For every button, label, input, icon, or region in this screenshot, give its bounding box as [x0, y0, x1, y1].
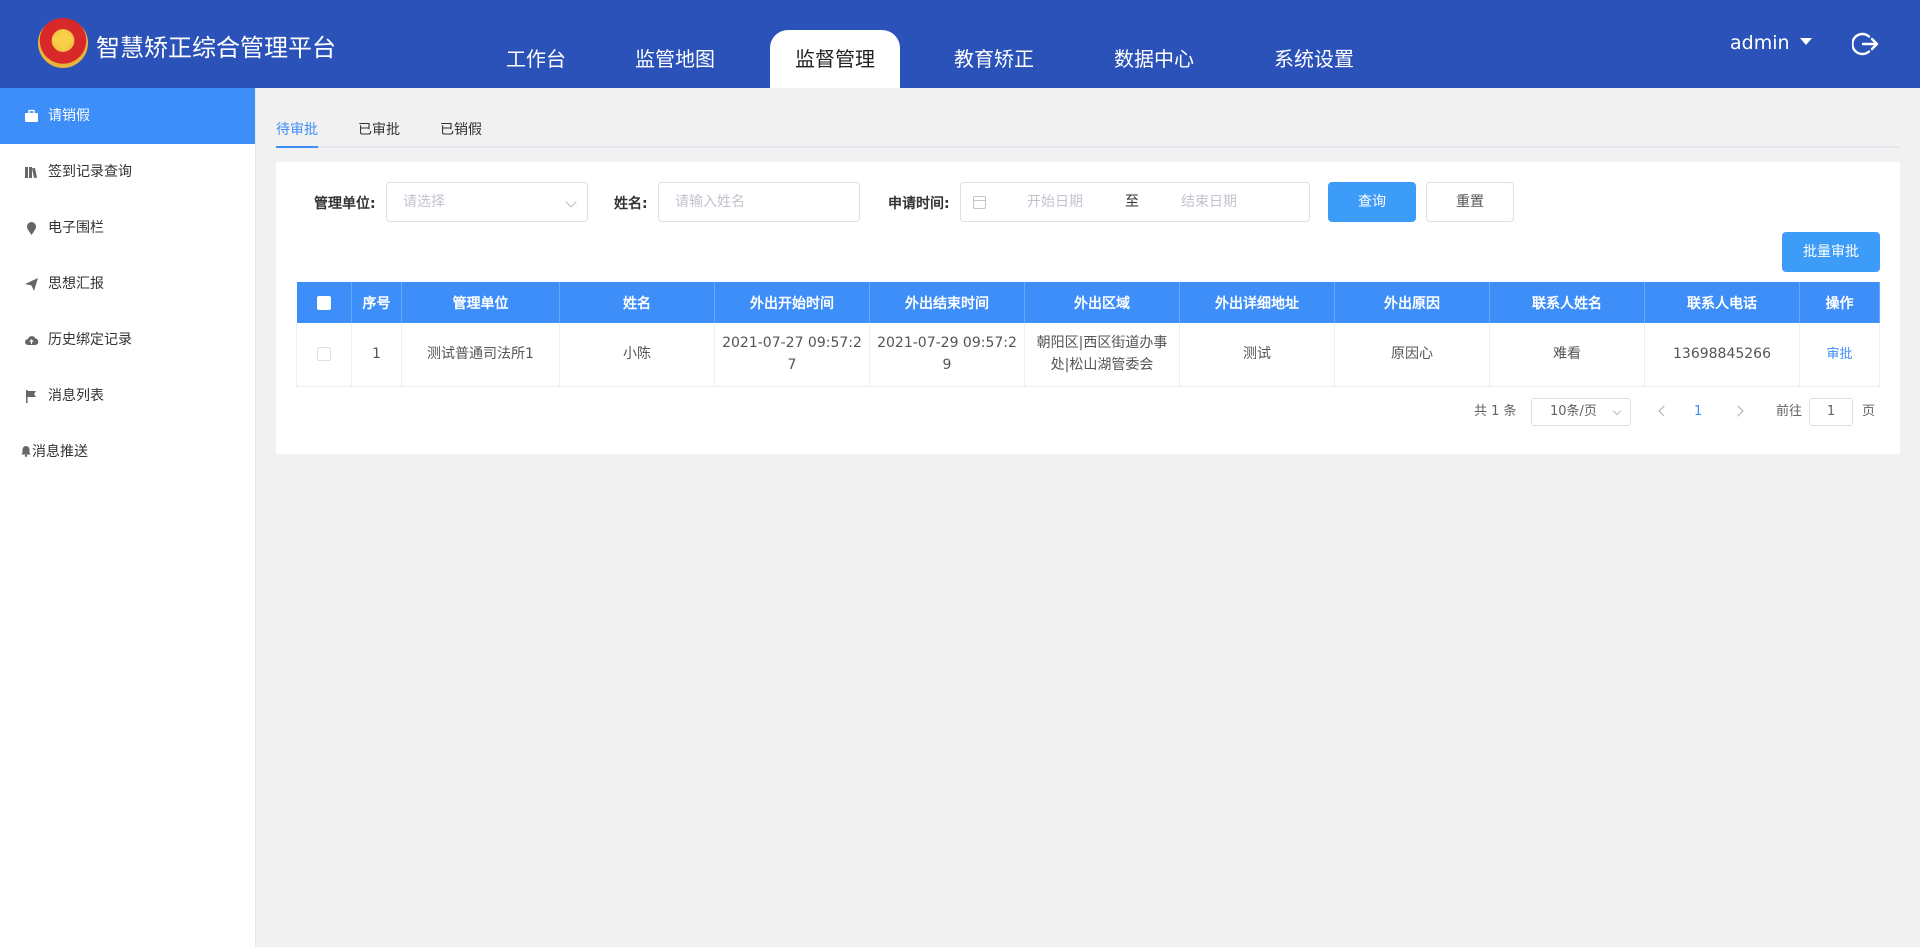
- sidebar-item-signin-records[interactable]: 签到记录查询: [0, 144, 255, 200]
- sidebar-item-binding-history[interactable]: 历史绑定记录: [0, 312, 255, 368]
- sidebar-item-label: 思想汇报: [48, 276, 104, 292]
- goto-prefix: 前往: [1776, 404, 1803, 419]
- name-input-placeholder: 请输入姓名: [675, 194, 745, 210]
- approve-link[interactable]: 审批: [1826, 347, 1852, 362]
- next-page-icon[interactable]: [1732, 405, 1744, 417]
- column-header: 联系人电话: [1644, 282, 1800, 323]
- sidebar-item-leave[interactable]: 请销假: [0, 88, 255, 144]
- cell-end-time: 2021-07-29 09:57:29: [869, 323, 1025, 387]
- logout-icon[interactable]: [1852, 30, 1880, 58]
- books-icon: [25, 167, 37, 179]
- cloud-upload-icon: [25, 336, 39, 345]
- sidebar-item-label: 签到记录查询: [48, 164, 132, 180]
- table-row: 1 测试普通司法所1 小陈 2021-07-27 09:57:27 2021-0…: [296, 323, 1880, 387]
- chevron-down-icon: [565, 196, 577, 208]
- tab-approved[interactable]: 已审批: [358, 118, 400, 148]
- column-header: 姓名: [559, 282, 715, 323]
- paper-plane-icon: [25, 278, 38, 291]
- sidebar-item-label: 请销假: [48, 108, 90, 124]
- page-size-value: 10条/页: [1550, 404, 1597, 419]
- cell-area: 朝阳区|西区街道办事处|松山湖管委会: [1024, 323, 1180, 387]
- sidebar-item-label: 消息推送: [32, 444, 88, 460]
- chevron-down-icon: [1612, 406, 1622, 416]
- column-header: 外出结束时间: [869, 282, 1025, 323]
- row-checkbox[interactable]: [317, 347, 331, 362]
- page-size-select[interactable]: 10条/页: [1531, 398, 1631, 426]
- tab-pending[interactable]: 待审批: [276, 118, 318, 148]
- sidebar: 请销假 签到记录查询 电子围栏 思想汇报 历史绑定记录 消息列表 消息推送: [0, 88, 256, 947]
- unit-select-placeholder: 请选择: [403, 194, 445, 210]
- date-range-picker[interactable]: 开始日期 至 结束日期: [960, 182, 1310, 222]
- column-header: 管理单位: [401, 282, 560, 323]
- cell-address: 测试: [1179, 323, 1335, 387]
- query-button[interactable]: 查询: [1328, 182, 1416, 222]
- cell-start-time: 2021-07-27 09:57:27: [714, 323, 870, 387]
- table-header-row: 序号 管理单位 姓名 外出开始时间 外出结束时间 外出区域 外出详细地址 外出原…: [296, 282, 1880, 323]
- sidebar-item-thought-report[interactable]: 思想汇报: [0, 256, 255, 312]
- column-header: 外出区域: [1024, 282, 1180, 323]
- top-header: 智慧矫正综合管理平台 工作台 监管地图 监督管理 教育矫正 数据中心 系统设置 …: [0, 0, 1920, 88]
- select-all-checkbox[interactable]: [316, 295, 331, 310]
- column-header: 联系人姓名: [1489, 282, 1645, 323]
- location-pin-icon: [27, 222, 36, 235]
- sidebar-item-message-list[interactable]: 消息列表: [0, 368, 255, 424]
- row-select-cell: [296, 323, 352, 387]
- user-name: admin: [1730, 32, 1790, 54]
- cell-contact-phone: 13698845266: [1644, 323, 1800, 387]
- sidebar-item-message-push[interactable]: 消息推送: [0, 424, 255, 480]
- caret-down-icon: [1799, 38, 1812, 45]
- cell-unit: 测试普通司法所1: [401, 323, 560, 387]
- batch-approve-button[interactable]: 批量审批: [1782, 232, 1880, 272]
- nav-education[interactable]: 教育矫正: [944, 34, 1044, 88]
- flag-icon: [26, 390, 36, 403]
- column-header: 外出详细地址: [1179, 282, 1335, 323]
- nav-workbench[interactable]: 工作台: [487, 34, 585, 88]
- content-panel: 管理单位: 请选择 姓名: 请输入姓名 申请时间: 开始日期 至 结束日期 查询…: [276, 162, 1900, 454]
- bell-icon: [21, 446, 31, 457]
- start-date-input[interactable]: 开始日期: [1027, 183, 1083, 221]
- name-input[interactable]: 请输入姓名: [658, 182, 860, 222]
- nav-supervision[interactable]: 监督管理: [770, 30, 900, 88]
- sidebar-item-label: 消息列表: [48, 388, 104, 404]
- column-header: 序号: [351, 282, 402, 323]
- unit-select[interactable]: 请选择: [386, 182, 588, 222]
- unit-label: 管理单位:: [314, 196, 376, 212]
- goto-suffix: 页: [1862, 404, 1876, 419]
- status-tabs: 待审批 已审批 已销假: [276, 116, 1900, 148]
- nav-settings[interactable]: 系统设置: [1264, 34, 1364, 88]
- reset-button[interactable]: 重置: [1426, 182, 1514, 222]
- cell-contact-name: 难看: [1489, 323, 1645, 387]
- column-header: 操作: [1799, 282, 1880, 323]
- leave-table: 序号 管理单位 姓名 外出开始时间 外出结束时间 外出区域 外出详细地址 外出原…: [296, 282, 1880, 387]
- sidebar-item-label: 电子围栏: [48, 220, 104, 236]
- column-header: 外出开始时间: [714, 282, 870, 323]
- select-all-cell: [296, 282, 352, 323]
- cell-index: 1: [351, 323, 402, 387]
- cell-action: 审批: [1799, 323, 1880, 387]
- sidebar-item-label: 历史绑定记录: [48, 332, 132, 348]
- name-label: 姓名:: [614, 196, 648, 212]
- range-separator: 至: [1125, 194, 1139, 210]
- column-header: 外出原因: [1334, 282, 1490, 323]
- time-label: 申请时间:: [888, 196, 950, 212]
- cell-reason: 原因心: [1334, 323, 1490, 387]
- briefcase-icon: [25, 109, 38, 122]
- tab-leave-cancelled[interactable]: 已销假: [440, 118, 482, 148]
- end-date-input[interactable]: 结束日期: [1181, 183, 1237, 221]
- calendar-icon: [973, 196, 986, 209]
- goto-page-input[interactable]: 1: [1809, 398, 1853, 426]
- nav-data-center[interactable]: 数据中心: [1104, 34, 1204, 88]
- cell-name: 小陈: [559, 323, 715, 387]
- current-page[interactable]: 1: [1694, 398, 1702, 426]
- nav-map[interactable]: 监管地图: [625, 34, 725, 88]
- court-emblem-logo: [38, 18, 88, 68]
- prev-page-icon[interactable]: [1658, 405, 1670, 417]
- sidebar-item-geofence[interactable]: 电子围栏: [0, 200, 255, 256]
- pagination-total: 共 1 条: [1474, 404, 1517, 419]
- app-title: 智慧矫正综合管理平台: [96, 34, 336, 62]
- user-menu[interactable]: admin: [1730, 32, 1812, 54]
